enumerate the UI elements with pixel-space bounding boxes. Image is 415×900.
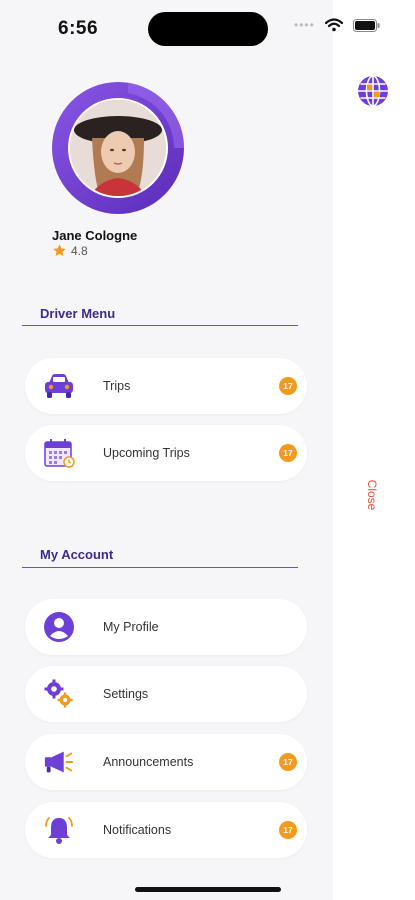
calendar-icon bbox=[43, 437, 75, 469]
count-badge: 17 bbox=[279, 444, 297, 462]
menu-item-label: Notifications bbox=[103, 823, 172, 837]
dimmed-content-area[interactable] bbox=[333, 0, 415, 900]
count-badge: 17 bbox=[279, 377, 297, 395]
user-icon bbox=[43, 611, 75, 643]
menu-item-notifications[interactable]: Notifications 17 bbox=[25, 802, 307, 858]
signal-icon: •••• bbox=[294, 18, 315, 32]
megaphone-icon bbox=[43, 746, 75, 778]
rating: 4.8 bbox=[52, 243, 88, 258]
status-icons: •••• bbox=[294, 18, 380, 32]
gears-icon bbox=[43, 678, 75, 710]
menu-item-label: Trips bbox=[103, 379, 131, 393]
menu-item-label: Settings bbox=[103, 687, 149, 701]
menu-item-my-profile[interactable]: My Profile bbox=[25, 599, 307, 655]
profile-photo-image bbox=[70, 100, 166, 196]
menu-item-label: Announcements bbox=[103, 755, 194, 769]
section-title-my-account: My Account bbox=[40, 547, 114, 562]
menu-item-announcements[interactable]: Announcements 17 bbox=[25, 734, 307, 790]
avatar[interactable] bbox=[48, 78, 188, 218]
wifi-icon bbox=[324, 18, 343, 32]
close-drawer-button[interactable]: Close bbox=[365, 480, 379, 511]
menu-item-upcoming-trips[interactable]: Upcoming Trips 17 bbox=[25, 425, 307, 481]
dynamic-island bbox=[148, 12, 268, 46]
count-badge: 17 bbox=[279, 753, 297, 771]
menu-item-label: Upcoming Trips bbox=[103, 446, 190, 460]
bell-icon bbox=[43, 814, 75, 846]
menu-item-trips[interactable]: Trips 17 bbox=[25, 358, 307, 414]
star-icon bbox=[53, 244, 66, 257]
car-icon bbox=[43, 370, 75, 402]
status-time: 6:56 bbox=[58, 18, 99, 39]
section-title-driver-menu: Driver Menu bbox=[40, 306, 116, 321]
count-badge: 17 bbox=[279, 821, 297, 839]
section-divider bbox=[22, 567, 298, 568]
battery-icon bbox=[352, 18, 380, 32]
home-indicator bbox=[135, 887, 281, 892]
menu-item-label: My Profile bbox=[103, 620, 159, 634]
rating-value: 4.8 bbox=[71, 243, 88, 258]
menu-item-settings[interactable]: Settings bbox=[25, 666, 307, 722]
language-globe-icon[interactable] bbox=[356, 74, 390, 108]
section-divider bbox=[22, 325, 298, 326]
profile-photo bbox=[70, 100, 166, 196]
profile-name: Jane Cologne bbox=[52, 228, 138, 243]
